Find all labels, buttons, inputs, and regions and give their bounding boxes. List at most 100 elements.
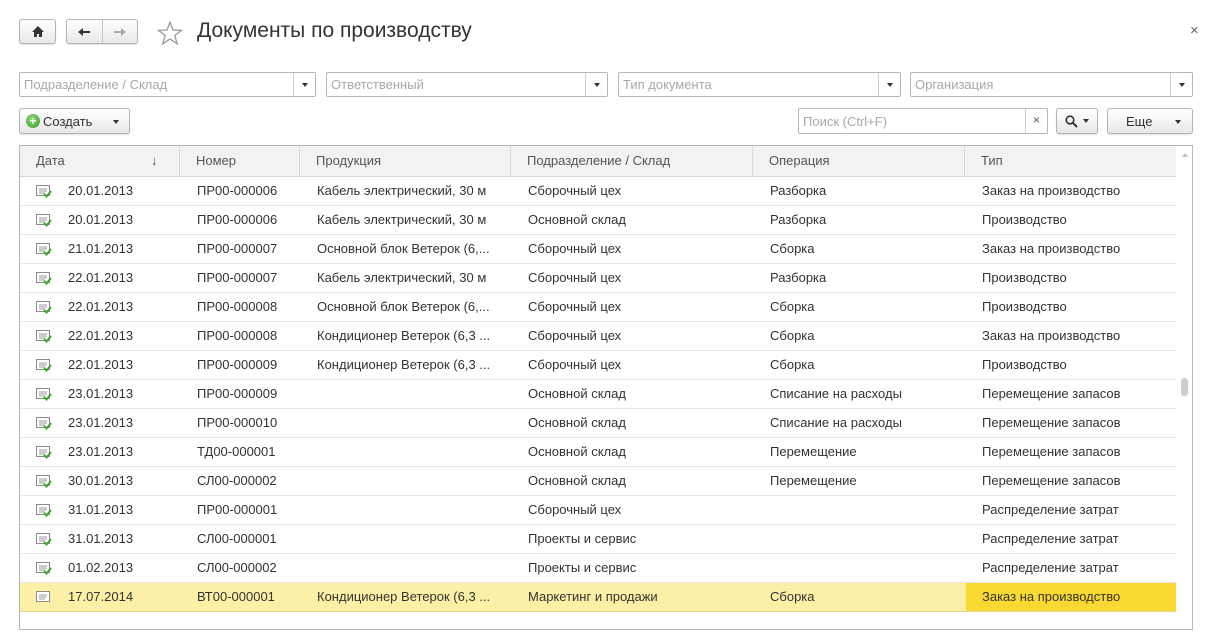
- scroll-up-icon[interactable]: [1182, 153, 1188, 157]
- table-row[interactable]: 17.07.2014 ВТ00-000001 Кондиционер Ветерок…: [20, 583, 1176, 612]
- cell-number: ПР00-000006: [197, 212, 278, 227]
- table-row[interactable]: 20.01.2013 ПР00-000006 Кабель электрически…: [20, 206, 1176, 235]
- more-button-label: Еще: [1126, 114, 1153, 129]
- cell-product: [317, 525, 507, 553]
- table-row[interactable]: 31.01.2013 ПР00-000001 Сборочный цех Распре…: [20, 496, 1176, 525]
- cell-product: [317, 438, 507, 466]
- forward-button[interactable]: [101, 20, 138, 43]
- table-row[interactable]: 01.02.2013 СЛ00-000002 Проекты и сервис Рас…: [20, 554, 1176, 583]
- cell-type: Заказ на производство: [966, 583, 1176, 611]
- cell-type: Распределение затрат: [982, 531, 1119, 546]
- cell-product: [317, 380, 507, 408]
- table-row[interactable]: 20.01.2013 ПР00-000006 Кабель электрически…: [20, 177, 1176, 206]
- column-header-type[interactable]: Тип: [965, 146, 1176, 176]
- cell-date: 20.01.2013: [68, 183, 134, 198]
- star-icon[interactable]: [157, 20, 183, 46]
- search-input[interactable]: Поиск (Ctrl+F) ×: [798, 108, 1048, 134]
- search-options-button[interactable]: [1056, 108, 1098, 134]
- column-header-product[interactable]: Продукция: [300, 146, 511, 176]
- cell-division: Проекты и сервис: [528, 560, 637, 575]
- search-placeholder: Поиск (Ctrl+F): [803, 114, 888, 129]
- cell-number: ПР00-000009: [197, 386, 278, 401]
- cell-type: Производство: [982, 270, 1067, 285]
- posted-document-icon: [36, 214, 52, 227]
- cell-number: ПР00-000008: [197, 328, 278, 343]
- cell-number: ПР00-000009: [197, 357, 278, 372]
- column-header-operation[interactable]: Операция: [753, 146, 965, 176]
- cell-type: Перемещение запасов: [982, 386, 1121, 401]
- cell-date: 23.01.2013: [68, 415, 134, 430]
- posted-document-icon: [36, 388, 52, 401]
- posted-document-icon: [36, 533, 52, 546]
- cell-operation: Перемещение: [770, 473, 857, 488]
- table-row[interactable]: 22.01.2013 ПР00-000007 Кабель электрически…: [20, 264, 1176, 293]
- cell-type: Заказ на производство: [982, 183, 1121, 198]
- column-header-division[interactable]: Подразделение / Склад: [511, 146, 753, 176]
- cell-number: ПР00-000007: [197, 241, 278, 256]
- doc-type-filter[interactable]: Тип документа: [618, 72, 901, 97]
- posted-document-icon: [36, 504, 52, 517]
- cell-number: ПР00-000010: [197, 415, 278, 430]
- clear-search-icon[interactable]: ×: [1025, 109, 1047, 133]
- cell-operation: Разборка: [770, 183, 827, 198]
- cell-division: Сборочный цех: [528, 299, 622, 314]
- cell-operation: [770, 554, 962, 582]
- chevron-down-icon[interactable]: [293, 73, 315, 96]
- responsible-filter[interactable]: Ответственный: [326, 72, 608, 97]
- cell-product: [317, 409, 507, 437]
- cell-date: 17.07.2014: [68, 589, 134, 604]
- table-row[interactable]: 30.01.2013 СЛ00-000002 Основной склад Перем…: [20, 467, 1176, 496]
- table-row[interactable]: 23.01.2013 ПР00-000010 Основной склад Списа…: [20, 409, 1176, 438]
- table-row[interactable]: 22.01.2013 ПР00-000009 Кондиционер Ветерок…: [20, 351, 1176, 380]
- organization-filter[interactable]: Организация: [910, 72, 1193, 97]
- cell-operation: Перемещение: [770, 444, 857, 459]
- chevron-down-icon[interactable]: [878, 73, 900, 96]
- table-row[interactable]: 31.01.2013 СЛ00-000001 Проекты и сервис Рас…: [20, 525, 1176, 554]
- cell-number: ТД00-000001: [197, 444, 276, 459]
- cell-date: 22.01.2013: [68, 299, 134, 314]
- division-filter[interactable]: Подразделение / Склад: [19, 72, 316, 97]
- chevron-down-icon: [113, 120, 119, 124]
- table-row[interactable]: 23.01.2013 ТД00-000001 Основной склад Перем…: [20, 438, 1176, 467]
- cell-number: ПР00-000006: [197, 183, 278, 198]
- table-header: Дата ↓ Номер Продукция Подразделение / С…: [20, 146, 1176, 177]
- create-button[interactable]: + Создать: [19, 108, 130, 134]
- table-body: 20.01.2013 ПР00-000006 Кабель электрически…: [20, 177, 1176, 612]
- cell-division: Сборочный цех: [528, 270, 622, 285]
- cell-product: [317, 554, 507, 582]
- column-header-number[interactable]: Номер: [180, 146, 300, 176]
- cell-product: Основной блок Ветерок (6,...: [317, 241, 490, 256]
- chevron-down-icon[interactable]: [585, 73, 607, 96]
- scrollbar-thumb[interactable]: [1181, 378, 1188, 396]
- posted-document-icon: [36, 562, 52, 575]
- cell-date: 22.01.2013: [68, 328, 134, 343]
- cell-type: Распределение затрат: [982, 502, 1119, 517]
- chevron-down-icon: [1083, 119, 1089, 123]
- cell-product: Кондиционер Ветерок (6,3 ...: [317, 357, 491, 372]
- chevron-down-icon[interactable]: [1170, 73, 1192, 96]
- cell-number: ПР00-000007: [197, 270, 278, 285]
- back-button[interactable]: [67, 20, 102, 43]
- more-button[interactable]: Еще: [1107, 108, 1193, 134]
- table-row[interactable]: 22.01.2013 ПР00-000008 Кондиционер Ветерок…: [20, 322, 1176, 351]
- cell-date: 31.01.2013: [68, 531, 134, 546]
- cell-date: 23.01.2013: [68, 386, 134, 401]
- close-icon[interactable]: ×: [1190, 22, 1199, 39]
- table-row[interactable]: 22.01.2013 ПР00-000008 Основной блок Ветер…: [20, 293, 1176, 322]
- table-row[interactable]: 23.01.2013 ПР00-000009 Основной склад Списа…: [20, 380, 1176, 409]
- cell-product: [317, 467, 507, 495]
- cell-division: Сборочный цех: [528, 357, 622, 372]
- cell-date: 21.01.2013: [68, 241, 134, 256]
- cell-operation: Сборка: [770, 328, 815, 343]
- cell-type: Перемещение запасов: [982, 444, 1121, 459]
- posted-document-icon: [36, 243, 52, 256]
- cell-division: Основной склад: [528, 444, 626, 459]
- cell-number: ВТ00-000001: [197, 589, 275, 604]
- cell-type: Распределение затрат: [982, 560, 1119, 575]
- column-header-date[interactable]: Дата ↓: [20, 146, 180, 176]
- home-button[interactable]: [19, 19, 56, 44]
- navigation-group: [66, 19, 138, 44]
- vertical-scrollbar[interactable]: [1177, 146, 1192, 629]
- cell-date: 30.01.2013: [68, 473, 134, 488]
- table-row[interactable]: 21.01.2013 ПР00-000007 Основной блок Ветер…: [20, 235, 1176, 264]
